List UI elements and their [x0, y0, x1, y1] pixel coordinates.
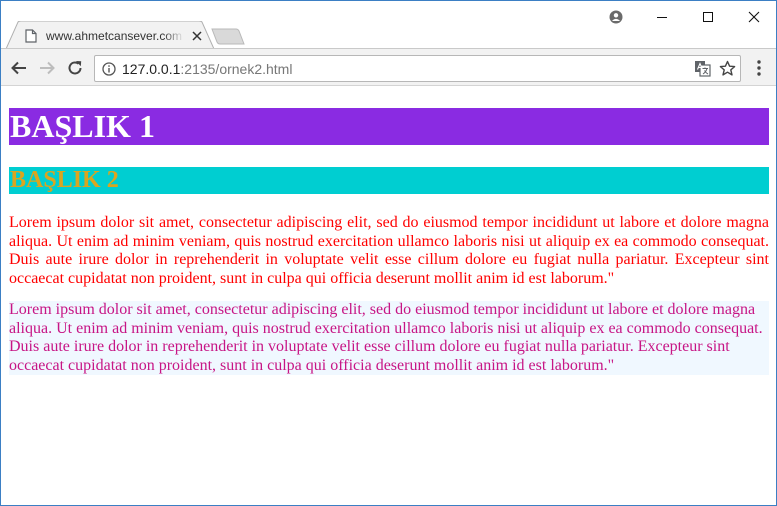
user-icon	[609, 10, 623, 24]
star-icon[interactable]	[719, 60, 736, 77]
minimize-icon	[657, 17, 667, 18]
url-host: 127.0.0.1	[122, 61, 181, 77]
back-button[interactable]	[9, 58, 29, 78]
translate-icon[interactable]	[694, 60, 711, 77]
toolbar: 127.0.0.1:2135/ornek2.html	[1, 48, 776, 86]
close-window-button[interactable]	[739, 5, 769, 29]
close-icon	[748, 11, 760, 23]
new-tab-button[interactable]	[211, 28, 245, 45]
info-icon[interactable]	[102, 62, 116, 76]
forward-button[interactable]	[37, 58, 57, 78]
reload-button[interactable]	[65, 58, 85, 78]
profile-button[interactable]	[601, 5, 631, 29]
back-arrow-icon	[11, 61, 26, 75]
kebab-menu-icon[interactable]	[751, 59, 767, 77]
maximize-button[interactable]	[693, 5, 723, 29]
close-icon[interactable]	[190, 29, 204, 43]
tab-strip: www.ahmetcansever.com	[1, 1, 776, 49]
heading-2: BAŞLIK 2	[9, 167, 769, 194]
minimize-button[interactable]	[647, 5, 677, 29]
reload-icon	[68, 61, 82, 75]
address-bar[interactable]: 127.0.0.1:2135/ornek2.html	[94, 55, 741, 82]
browser-window: www.ahmetcansever.com 127.0.0.1:2135/orn…	[0, 0, 777, 506]
maximize-icon	[703, 12, 713, 22]
forward-arrow-icon	[40, 61, 55, 75]
heading-1: BAŞLIK 1	[9, 108, 769, 145]
tab-title: www.ahmetcansever.com	[46, 29, 183, 43]
url-text[interactable]: 127.0.0.1:2135/ornek2.html	[122, 61, 292, 77]
paragraph-2: Lorem ipsum dolor sit amet, consectetur …	[9, 301, 769, 375]
page-content: BAŞLIK 1 BAŞLIK 2 Lorem ipsum dolor sit …	[1, 87, 776, 505]
paragraph-1: Lorem ipsum dolor sit amet, consectetur …	[9, 214, 769, 287]
page-icon	[25, 29, 37, 43]
tab-content: www.ahmetcansever.com	[25, 26, 205, 46]
url-path: :2135/ornek2.html	[180, 61, 293, 77]
